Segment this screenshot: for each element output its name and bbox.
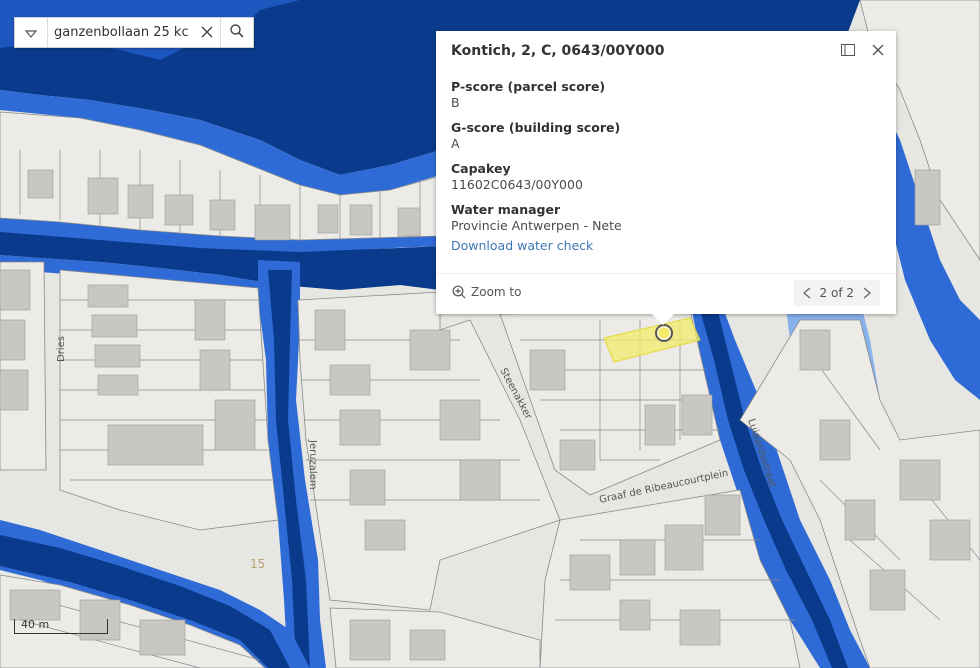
search-button[interactable] xyxy=(220,18,253,47)
zoom-to-button[interactable]: Zoom to xyxy=(452,285,521,299)
close-popup-button[interactable] xyxy=(870,42,886,58)
popup-pager: 2 of 2 xyxy=(793,280,880,306)
pager-text: 2 of 2 xyxy=(819,286,854,300)
field-water-manager: Water manager Provincie Antwerpen - Nete xyxy=(451,202,881,234)
chevron-left-icon xyxy=(802,287,810,299)
scale-label: 40 m xyxy=(21,618,50,631)
field-label: G-score (building score) xyxy=(451,120,621,135)
search-icon xyxy=(230,23,244,42)
zoom-in-icon xyxy=(452,285,466,299)
field-label: Water manager xyxy=(451,202,561,217)
dock-icon xyxy=(841,44,855,56)
street-label-dries: Dries xyxy=(56,336,67,362)
field-label: Capakey xyxy=(451,161,511,176)
popup-title: Kontich, 2, C, 0643/00Y000 xyxy=(451,43,665,59)
field-capakey: Capakey 11602C0643/00Y000 xyxy=(451,161,881,193)
download-water-check-link[interactable]: Download water check xyxy=(451,238,593,253)
scale-bar: 40 m xyxy=(14,618,108,634)
close-icon xyxy=(201,23,213,42)
clear-search-button[interactable] xyxy=(194,18,220,47)
field-value: Provincie Antwerpen - Nete xyxy=(451,218,622,233)
feature-popup: Kontich, 2, C, 0643/00Y000 P-score (parc… xyxy=(436,31,896,314)
popup-footer: Zoom to 2 of 2 xyxy=(436,273,896,314)
zoom-to-label: Zoom to xyxy=(471,285,522,299)
popup-pointer xyxy=(651,313,675,325)
field-value: B xyxy=(451,95,460,110)
field-g-score: G-score (building score) A xyxy=(451,120,881,152)
next-feature-button[interactable] xyxy=(858,287,876,299)
field-label: P-score (parcel score) xyxy=(451,79,606,94)
field-value: A xyxy=(451,136,460,151)
parcel-number-label: 15 xyxy=(250,557,265,571)
field-p-score: P-score (parcel score) B xyxy=(451,79,881,111)
triangle-down-icon xyxy=(24,23,38,42)
field-value: 11602C0643/00Y000 xyxy=(451,177,583,192)
dock-button[interactable] xyxy=(840,42,856,58)
chevron-right-icon xyxy=(863,287,871,299)
close-icon xyxy=(872,44,884,56)
search-widget xyxy=(14,17,254,48)
street-label-jeruzalem: Jeruzalem xyxy=(307,439,318,490)
previous-feature-button[interactable] xyxy=(798,287,816,299)
search-source-dropdown[interactable] xyxy=(15,18,48,47)
search-input[interactable] xyxy=(48,18,194,47)
